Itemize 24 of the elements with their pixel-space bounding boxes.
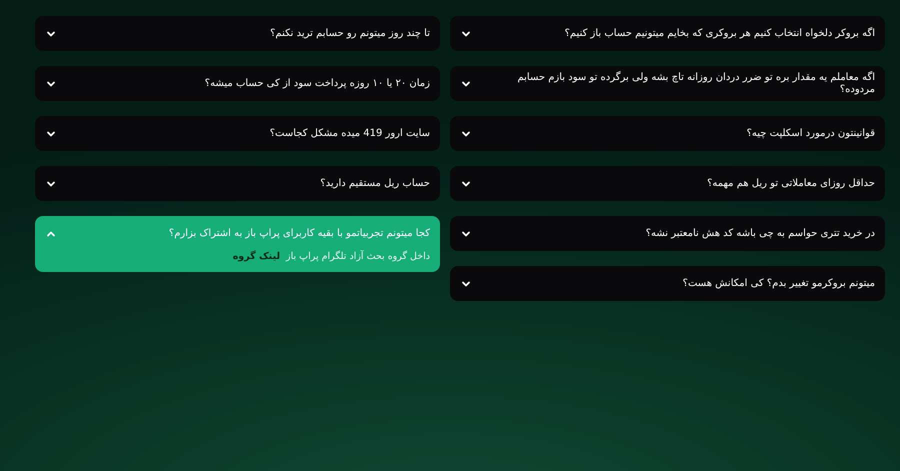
faq-item[interactable]: اگه معاملم یه مقدار بره تو ضرر دردان روزانه تاچ بشه ولی برگرده تو سود بازم حسابم مردوده؟	[450, 66, 885, 101]
faq-question: زمان ۲۰ یا ۱۰ روزه پرداخت سود از کی حساب میشه؟	[204, 78, 430, 90]
faq-question: حداقل روزای معاملاتی تو ریل هم مهمه؟	[707, 178, 875, 190]
faq-item[interactable]: حداقل روزای معاملاتی تو ریل هم مهمه؟	[450, 166, 885, 201]
faq-answer: داخل گروه بحث آزاد تلگرام پراپ باز	[286, 251, 430, 262]
faq-item[interactable]: کجا میتونم تجربیاتمو با بقیه کاربرای پراپ باز به اشتراک بزارم؟ داخل گروه بحث آزاد تلگرام پراپ باز لینک گروه	[35, 216, 440, 272]
faq-question: اگه معاملم یه مقدار بره تو ضرر دردان روزانه تاچ بشه ولی برگرده تو سود بازم حسابم مردوده؟	[516, 72, 875, 96]
faq-item[interactable]: تا چند روز میتونم رو حسابم ترید نکنم؟	[35, 16, 440, 51]
faq-question: قوانینتون درمورد اسکلپت چیه؟	[746, 128, 875, 140]
faq-item[interactable]: قوانینتون درمورد اسکلپت چیه؟	[450, 116, 885, 151]
faq-question: کجا میتونم تجربیاتمو با بقیه کاربرای پراپ باز به اشتراک بزارم؟	[168, 228, 430, 240]
faq-question: تا چند روز میتونم رو حسابم ترید نکنم؟	[270, 28, 430, 40]
faq-question: در خرید تتری حواسم به چی باشه کد هش نامعتبر نشه؟	[646, 228, 875, 240]
group-link[interactable]: لینک گروه	[232, 251, 280, 262]
faq-item[interactable]: اگه بروکر دلخواه انتخاب کنیم هر بروکری که بخایم میتونیم حساب باز کنیم؟	[450, 16, 885, 51]
faq-question: میتونم بروکرمو تغییر بدم؟ کی امکانش هست؟	[682, 278, 875, 290]
faq-question: اگه بروکر دلخواه انتخاب کنیم هر بروکری که بخایم میتونیم حساب باز کنیم؟	[564, 28, 875, 40]
faq-item[interactable]: زمان ۲۰ یا ۱۰ روزه پرداخت سود از کی حساب میشه؟	[35, 66, 440, 101]
faq-item[interactable]: حساب ریل مستقیم دارید؟	[35, 166, 440, 201]
faq-item[interactable]: سایت ارور 419 میده مشکل کجاست؟	[35, 116, 440, 151]
faq-item[interactable]: در خرید تتری حواسم به چی باشه کد هش نامعتبر نشه؟	[450, 216, 885, 251]
faq-item[interactable]: میتونم بروکرمو تغییر بدم؟ کی امکانش هست؟	[450, 266, 885, 301]
faq-question: حساب ریل مستقیم دارید؟	[320, 178, 430, 190]
faq-question: سایت ارور 419 میده مشکل کجاست؟	[270, 128, 430, 140]
